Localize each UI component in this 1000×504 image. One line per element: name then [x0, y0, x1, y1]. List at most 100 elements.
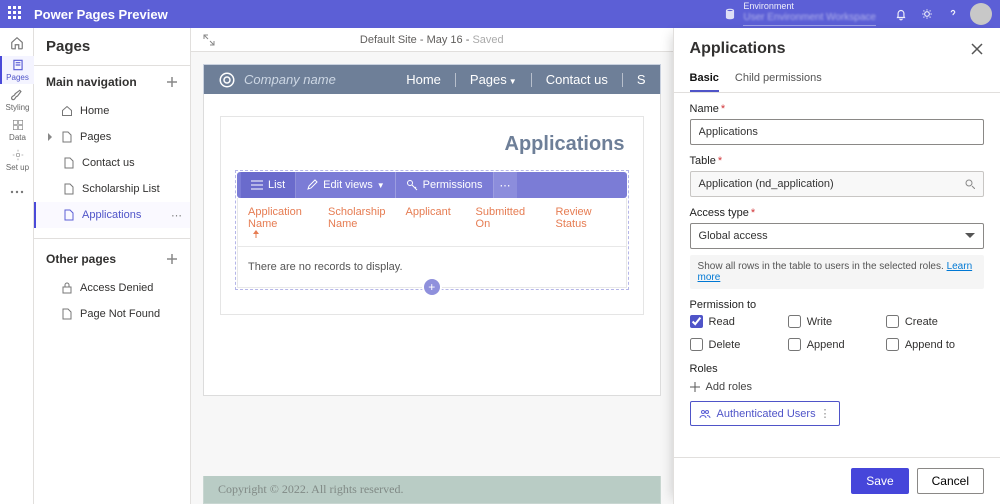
nav-pages[interactable]: Pages▼	[456, 72, 531, 87]
close-icon	[970, 42, 984, 56]
page-icon	[60, 209, 78, 221]
database-icon	[723, 7, 737, 21]
perm-delete[interactable]: Delete	[690, 338, 788, 351]
more-button[interactable]: ⋯	[171, 209, 182, 222]
page-icon	[60, 183, 78, 195]
access-type-hint: Show all rows in the table to users in t…	[690, 255, 984, 289]
tab-basic[interactable]: Basic	[690, 66, 719, 92]
brush-icon	[11, 88, 25, 102]
environment-label: Environment	[743, 2, 876, 12]
site-body-preview[interactable]: Applications List Edit views ▼	[203, 94, 660, 396]
plus-icon	[166, 253, 178, 265]
access-type-select[interactable]: Global access	[690, 223, 984, 249]
save-button[interactable]: Save	[851, 468, 908, 494]
chevron-down-icon	[965, 231, 975, 241]
perm-read[interactable]: Read	[690, 315, 788, 328]
tab-child-permissions[interactable]: Child permissions	[735, 66, 822, 92]
col-submitted-on[interactable]: Submitted On	[466, 198, 546, 246]
flyout-title: Applications	[690, 40, 786, 58]
section-other-pages: Other pages	[34, 243, 190, 275]
global-app-bar: Power Pages Preview Environment User Env…	[0, 0, 1000, 28]
key-icon	[406, 179, 418, 191]
help-icon	[946, 7, 960, 21]
nav-more[interactable]: S	[623, 72, 646, 87]
add-section-button[interactable]: +	[424, 279, 440, 295]
user-avatar[interactable]	[970, 3, 992, 25]
col-scholarship-name[interactable]: Scholarship Name	[318, 198, 395, 246]
permissions-button[interactable]: Permissions	[396, 172, 494, 198]
col-applicant[interactable]: Applicant	[396, 198, 466, 246]
add-main-page[interactable]	[166, 76, 178, 88]
tree-item-contact-us[interactable]: Contact us	[34, 150, 190, 176]
nav-home[interactable]: Home	[392, 72, 455, 87]
tree-item-pages[interactable]: Pages	[34, 124, 190, 150]
tree-item-label: Applications	[82, 209, 141, 221]
expand-button[interactable]	[199, 30, 219, 50]
tree-item-scholarship-list[interactable]: Scholarship List	[34, 176, 190, 202]
rail-home[interactable]	[0, 32, 34, 54]
rail-pages-label: Pages	[6, 73, 29, 82]
rail-setup[interactable]: Set up	[0, 146, 34, 174]
applications-flyout: Applications Basic Child permissions Nam…	[673, 28, 1000, 504]
tree-item-page-not-found[interactable]: Page Not Found	[34, 301, 190, 327]
rail-setup-label: Set up	[6, 163, 29, 172]
help-button[interactable]	[942, 3, 964, 25]
logo-icon	[218, 71, 236, 89]
name-input[interactable]	[690, 119, 984, 145]
rail-styling[interactable]: Styling	[0, 86, 34, 114]
rail-more[interactable]	[0, 178, 34, 206]
pencil-icon	[306, 179, 318, 191]
list-icon	[251, 180, 263, 190]
perm-create[interactable]: Create	[886, 315, 984, 328]
perm-append[interactable]: Append	[788, 338, 886, 351]
design-canvas: Default Site - May 16 - Saved Company na…	[191, 28, 672, 504]
name-label: Name	[690, 103, 719, 115]
perm-append-to[interactable]: Append to	[886, 338, 984, 351]
bell-icon	[894, 7, 908, 21]
access-type-label: Access type	[690, 207, 749, 219]
left-rail: Pages Styling Data Set up	[0, 28, 34, 504]
permission-to-label: Permission to	[690, 299, 984, 311]
home-icon	[58, 105, 76, 117]
tree-item-applications[interactable]: Applications ⋯	[34, 202, 190, 228]
gear-icon	[920, 7, 934, 21]
cancel-button[interactable]: Cancel	[917, 468, 984, 494]
rail-data[interactable]: Data	[0, 116, 34, 144]
site-footer-preview[interactable]: Copyright © 2022. All rights reserved.	[203, 476, 660, 504]
add-other-page[interactable]	[166, 253, 178, 265]
nav-contact[interactable]: Contact us	[532, 72, 622, 87]
list-more-button[interactable]: ⋯	[494, 172, 517, 198]
col-application-name[interactable]: Application Name	[238, 198, 318, 246]
site-nav-preview: Home Pages▼ Contact us S	[392, 72, 645, 87]
setup-icon	[11, 148, 25, 162]
flyout-tabs: Basic Child permissions	[674, 66, 1000, 93]
home-icon	[10, 36, 24, 50]
close-button[interactable]	[970, 42, 984, 56]
chevron-right-icon[interactable]	[46, 133, 58, 141]
edit-views-button[interactable]: Edit views ▼	[296, 172, 395, 198]
table-select[interactable]: Application (nd_application)	[690, 171, 984, 197]
role-more-icon[interactable]: ⋮	[820, 407, 831, 420]
perm-write[interactable]: Write	[788, 315, 886, 328]
table-header: Application Name Scholarship Name Applic…	[237, 198, 626, 247]
tree-item-access-denied[interactable]: Access Denied	[34, 275, 190, 301]
main-nav-tree: Home Pages Contact us Scholarship List A…	[34, 98, 190, 234]
table-empty-row: There are no records to display. +	[237, 247, 626, 288]
page-icon	[58, 131, 76, 143]
add-roles-button[interactable]: Add roles	[690, 381, 984, 393]
site-brand[interactable]: Company name	[218, 71, 336, 89]
role-chip-authenticated-users[interactable]: Authenticated Users ⋮	[690, 401, 840, 426]
breadcrumb: Default Site - May 16 - Saved	[360, 34, 504, 46]
tree-item-label: Home	[80, 105, 109, 117]
settings-button[interactable]	[916, 3, 938, 25]
tree-item-home[interactable]: Home	[34, 98, 190, 124]
sort-asc-icon	[252, 230, 260, 238]
list-button[interactable]: List	[241, 172, 296, 198]
app-launcher-icon[interactable]	[8, 6, 24, 22]
app-title: Power Pages Preview	[34, 7, 168, 22]
rail-pages[interactable]: Pages	[0, 56, 34, 84]
notifications-button[interactable]	[890, 3, 912, 25]
col-review-status[interactable]: Review Status	[546, 198, 626, 246]
site-header-preview[interactable]: Company name Home Pages▼ Contact us S	[203, 64, 660, 94]
environment-picker[interactable]: Environment User Environment Workspace	[723, 2, 876, 26]
